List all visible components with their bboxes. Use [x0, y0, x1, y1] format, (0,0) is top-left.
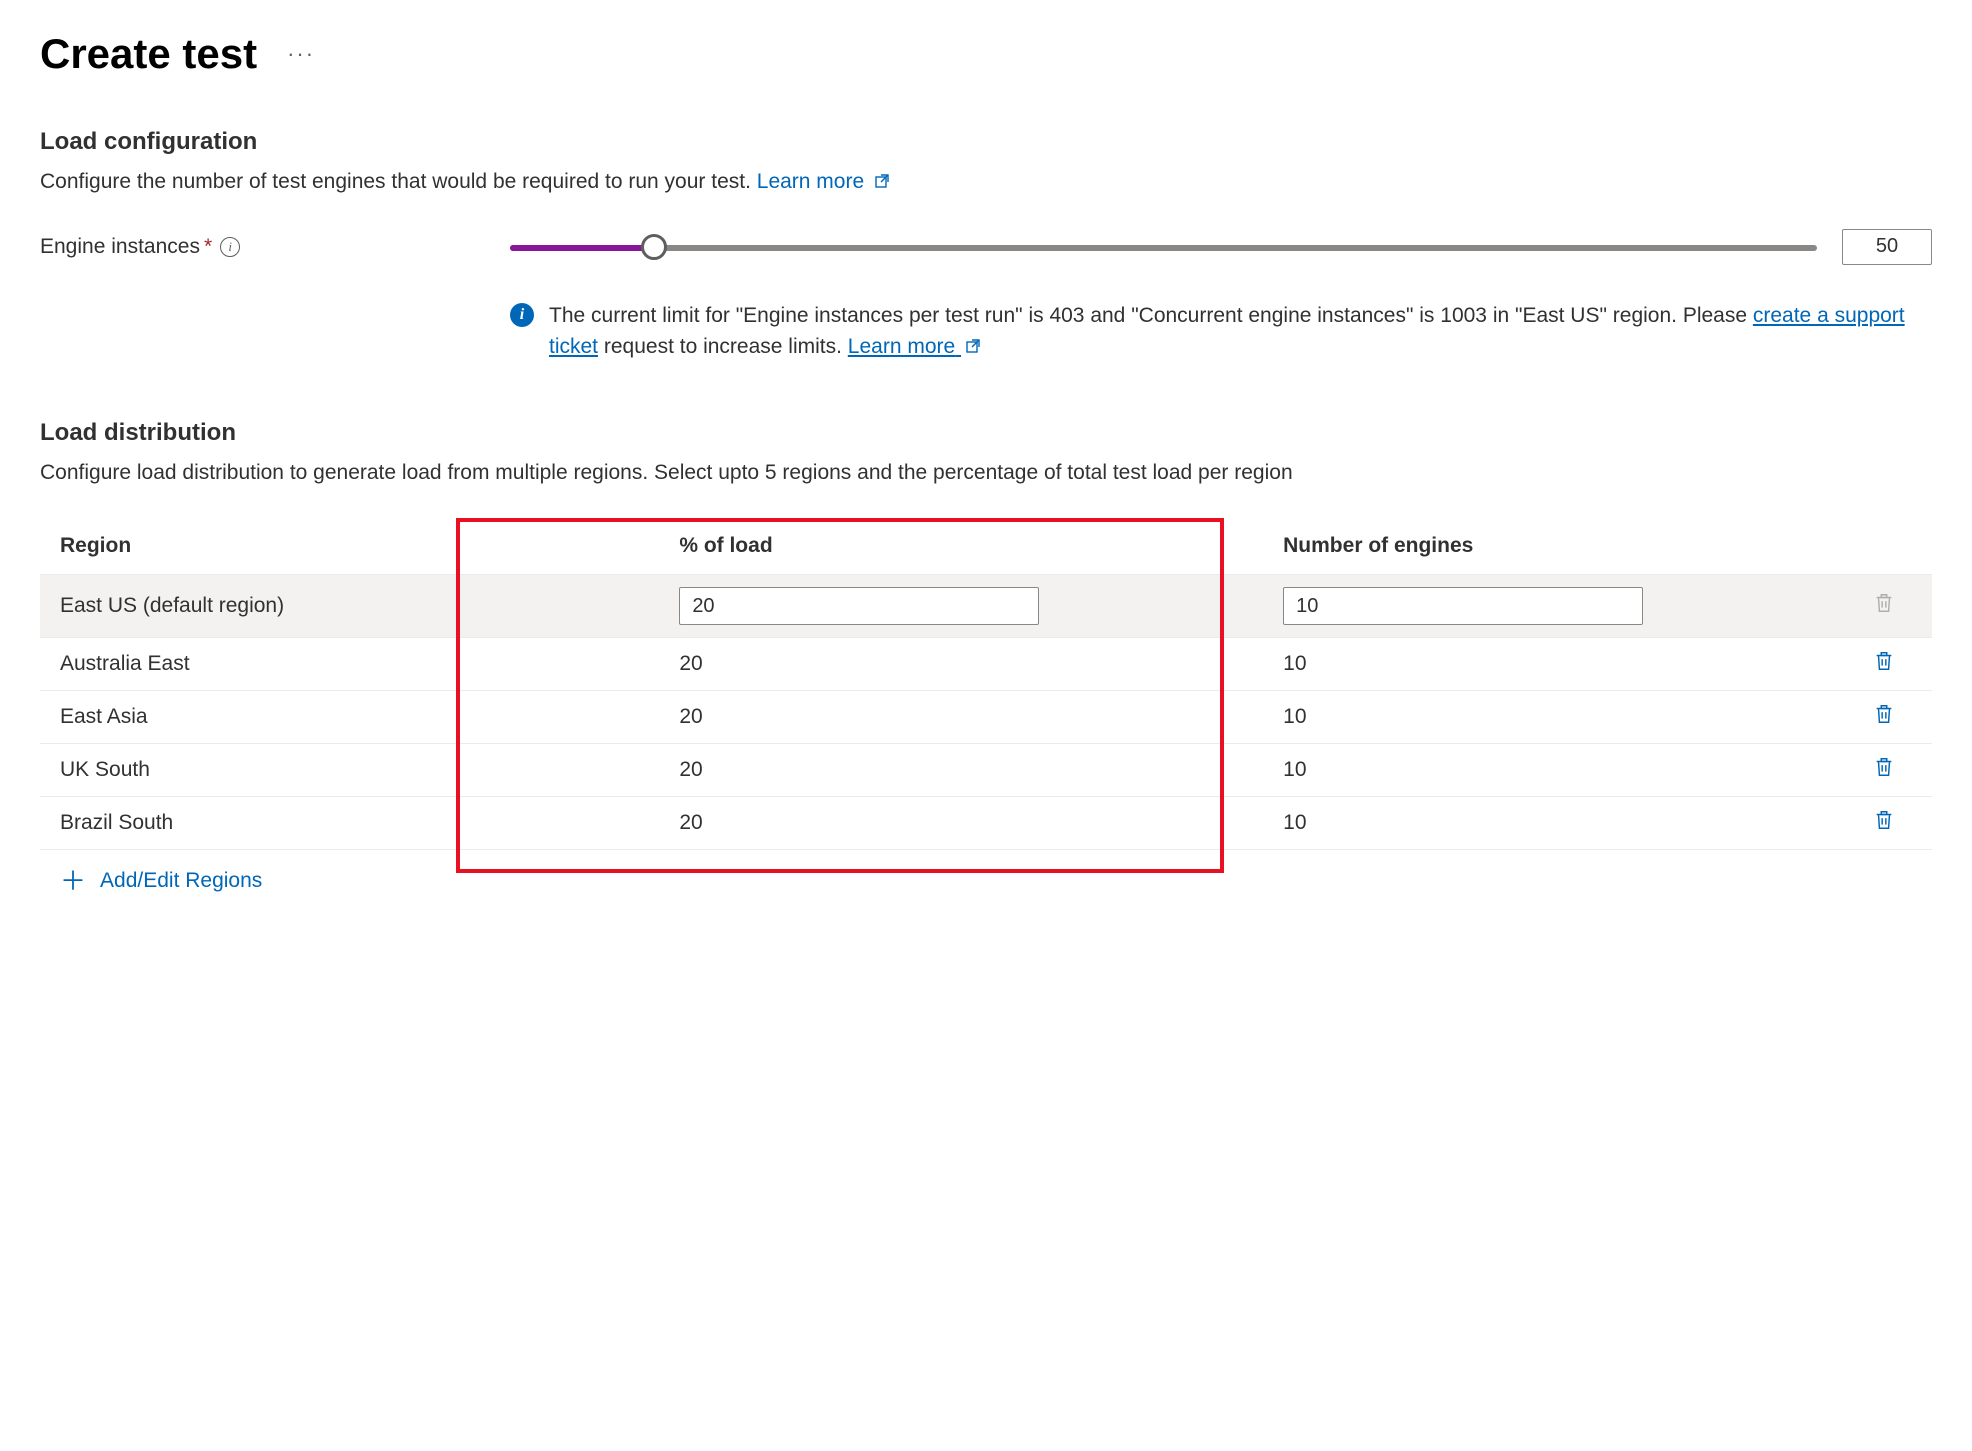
engine-instances-input[interactable] — [1842, 229, 1932, 265]
table-row: East Asia2010 — [40, 691, 1932, 744]
add-edit-regions-button[interactable]: ＋ Add/Edit Regions — [40, 849, 1932, 912]
header-pct-load: % of load — [659, 518, 1263, 575]
load-config-title: Load configuration — [40, 128, 1932, 156]
external-link-icon — [965, 332, 981, 364]
engine-instances-slider[interactable] — [510, 243, 1817, 251]
plus-icon: ＋ — [60, 868, 86, 894]
table-row: UK South2010 — [40, 744, 1932, 797]
learn-more-link[interactable]: Learn more — [757, 170, 890, 193]
info-icon: i — [510, 303, 534, 327]
more-icon[interactable]: ··· — [287, 41, 315, 67]
load-config-desc-text: Configure the number of test engines tha… — [40, 170, 757, 193]
info-icon[interactable]: i — [220, 237, 240, 257]
num-engines-cell: 10 — [1263, 638, 1836, 691]
external-link-icon — [874, 167, 890, 199]
pct-load-cell: 20 — [659, 638, 1263, 691]
info-learn-more-link[interactable]: Learn more — [848, 335, 981, 358]
info-text-mid: request to increase limits. — [604, 335, 848, 358]
engine-limit-info: i The current limit for "Engine instance… — [510, 300, 1932, 364]
page-title: Create test — [40, 30, 257, 78]
pct-load-input[interactable] — [679, 587, 1039, 625]
trash-icon[interactable] — [1873, 756, 1895, 778]
info-text-prefix: The current limit for "Engine instances … — [549, 304, 1753, 327]
pct-load-cell: 20 — [659, 691, 1263, 744]
region-cell: East US (default region) — [40, 575, 659, 638]
region-cell: Brazil South — [40, 797, 659, 850]
region-cell: UK South — [40, 744, 659, 797]
region-table: Region % of load Number of engines East … — [40, 518, 1932, 849]
engine-instances-label: Engine instances* i — [40, 235, 510, 259]
region-cell: Australia East — [40, 638, 659, 691]
header-region: Region — [40, 518, 659, 575]
region-cell: East Asia — [40, 691, 659, 744]
load-distribution-title: Load distribution — [40, 419, 1932, 447]
header-num-engines: Number of engines — [1263, 518, 1836, 575]
table-row: Australia East2010 — [40, 638, 1932, 691]
table-row: Brazil South2010 — [40, 797, 1932, 850]
trash-icon[interactable] — [1873, 809, 1895, 831]
num-engines-cell: 10 — [1263, 691, 1836, 744]
add-edit-regions-label: Add/Edit Regions — [100, 869, 262, 893]
num-engines-input[interactable] — [1283, 587, 1643, 625]
num-engines-cell: 10 — [1263, 797, 1836, 850]
num-engines-cell: 10 — [1263, 744, 1836, 797]
load-config-desc: Configure the number of test engines tha… — [40, 166, 1932, 199]
trash-icon — [1873, 592, 1895, 614]
pct-load-cell: 20 — [659, 797, 1263, 850]
table-row: East US (default region) — [40, 575, 1932, 638]
trash-icon[interactable] — [1873, 650, 1895, 672]
load-distribution-desc: Configure load distribution to generate … — [40, 457, 1932, 489]
pct-load-cell: 20 — [659, 744, 1263, 797]
trash-icon[interactable] — [1873, 703, 1895, 725]
